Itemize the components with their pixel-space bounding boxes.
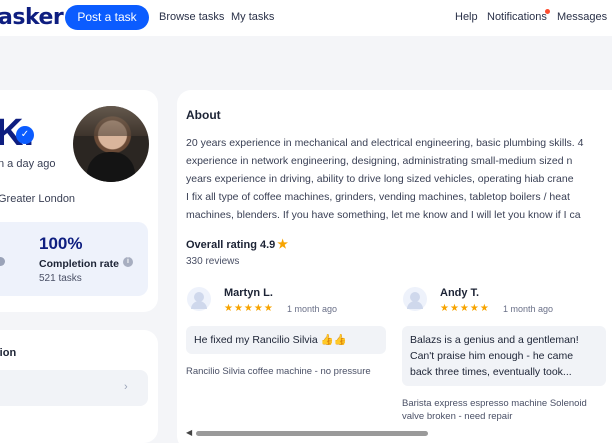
reviewer-avatar[interactable] (187, 287, 211, 311)
review-task-line: Rancilio Silvia coffee machine - no pres… (186, 366, 371, 377)
review-text: He fixed my Rancilio Silvia 👍👍 (186, 326, 386, 354)
location-text: Greater London (0, 193, 76, 205)
browse-tasks-link[interactable]: Browse tasks (159, 11, 224, 23)
review-stars: ★★★★★ (224, 303, 274, 314)
top-navigation-bar: asker Post a task Browse tasks My tasks … (0, 0, 612, 36)
verified-badge-icon: ✓ (16, 126, 34, 144)
completion-info-icon[interactable]: i (123, 257, 133, 267)
chevron-right-icon[interactable]: › (124, 381, 128, 393)
about-line: I fix all type of coffee machines, grind… (186, 191, 570, 203)
about-text: 20 years experience in mechanical and el… (186, 134, 612, 224)
review-text-line: Balazs is a genius and a gentleman! (410, 334, 579, 346)
notifications-link[interactable]: Notifications (487, 11, 547, 23)
avatar-background (73, 106, 149, 136)
review-text: Balazs is a genius and a gentleman! Can'… (402, 326, 606, 386)
review-stars: ★★★★★ (440, 303, 490, 314)
about-line: machines, blenders. If you have somethin… (186, 209, 581, 221)
profile-avatar (73, 106, 149, 182)
messages-link[interactable]: Messages (557, 11, 607, 23)
notification-dot-icon (545, 9, 550, 14)
review-task-line: valve broken - need repair (402, 411, 513, 422)
review-task-title[interactable]: Rancilio Silvia coffee machine - no pres… (186, 365, 371, 378)
review-text-line: back three times, eventually took... (410, 366, 572, 378)
about-line: experience in network engineering, desig… (186, 155, 573, 167)
review-text-line: He fixed my Rancilio Silvia 👍👍 (194, 334, 347, 346)
overall-rating: Overall rating 4.9 ★ (186, 237, 288, 251)
last-online-text: n a day ago (0, 158, 56, 170)
post-task-button[interactable]: Post a task (65, 5, 149, 30)
help-link[interactable]: Help (455, 11, 478, 23)
completion-rate-value: 100% (39, 234, 83, 253)
reviewer-avatar[interactable] (403, 287, 427, 311)
avatar-body (407, 301, 423, 309)
review-task-line: Barista express espresso machine Solenoi… (402, 398, 587, 409)
reviews-count: 330 reviews (186, 256, 240, 267)
about-title: About (186, 108, 221, 122)
my-tasks-link[interactable]: My tasks (231, 11, 274, 23)
airtasker-logo[interactable]: asker (0, 5, 64, 30)
reviewer-name[interactable]: Martyn L. (224, 287, 273, 299)
reviewer-name[interactable]: Andy T. (440, 287, 479, 299)
review-time: 1 month ago (503, 304, 554, 314)
completed-tasks-count: 521 tasks (39, 273, 82, 284)
avatar-body (191, 301, 207, 309)
overall-rating-text: Overall rating 4.9 (186, 239, 276, 251)
about-line: 20 years experience in mechanical and el… (186, 137, 584, 149)
verifications-title: tion (0, 347, 17, 359)
scrollbar-thumb[interactable] (196, 431, 428, 436)
scroll-left-arrow-icon[interactable]: ◀ (186, 428, 192, 437)
review-task-title[interactable]: Barista express espresso machine Solenoi… (402, 397, 587, 423)
review-time: 1 month ago (287, 304, 338, 314)
about-line: years experience in driving, ability to … (186, 173, 574, 185)
review-text-line: Can't praise him enough - he came (410, 350, 574, 362)
avatar-shirt (87, 152, 135, 182)
completion-rate-label: Completion rate (39, 258, 119, 270)
star-icon: ★ (277, 237, 289, 251)
